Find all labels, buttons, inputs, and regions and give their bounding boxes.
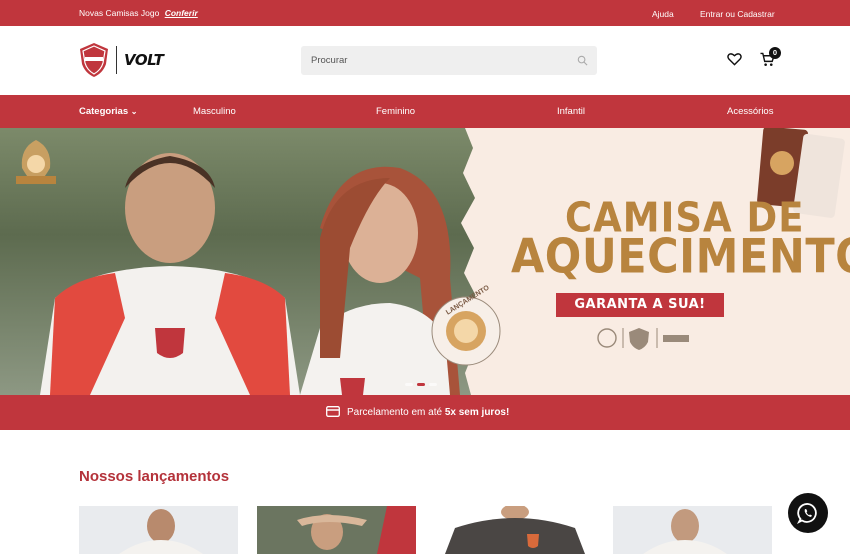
installment-text: Parcelamento em até 5x sem juros! bbox=[347, 407, 509, 418]
carousel-dot[interactable] bbox=[405, 383, 413, 386]
nav-item-acessorios[interactable]: Acessórios bbox=[727, 106, 773, 117]
male-model-image bbox=[40, 153, 300, 395]
installment-highlight: 5x sem juros! bbox=[444, 407, 510, 418]
promo-link[interactable]: Conferir bbox=[165, 8, 198, 18]
nav-item-infantil[interactable]: Infantil bbox=[557, 106, 585, 117]
partner-logos bbox=[597, 328, 689, 350]
carousel-dots[interactable] bbox=[405, 373, 441, 391]
nav-item-masculino[interactable]: Masculino bbox=[193, 106, 236, 117]
product-card-image[interactable] bbox=[79, 506, 238, 554]
club-shield-logo[interactable] bbox=[79, 42, 109, 78]
help-link[interactable]: Ajuda bbox=[652, 9, 674, 19]
login-link[interactable]: Entrar ou Cadastrar bbox=[700, 9, 775, 19]
hero-title-line2: AQUECIMENTO! bbox=[511, 229, 850, 285]
aquecimento-emblem bbox=[16, 140, 56, 184]
product-card-image[interactable] bbox=[435, 506, 594, 554]
main-nav: Categorias ⌄ Masculino Feminino Infantil… bbox=[0, 95, 850, 128]
brand-logo[interactable]: VOLT bbox=[124, 51, 164, 69]
product-card-image[interactable] bbox=[613, 506, 772, 554]
credit-card-icon bbox=[326, 406, 340, 417]
cart-count-badge: 0 bbox=[769, 47, 781, 59]
nav-item-feminino[interactable]: Feminino bbox=[376, 106, 415, 117]
hero-banner[interactable]: CAMISA DE AQUECIMENTO! GARANTA A SUA! LA… bbox=[0, 128, 850, 395]
promo-banner: Novas Camisas Jogo Conferir bbox=[79, 8, 198, 18]
hero-cta-button[interactable]: GARANTA A SUA! bbox=[556, 293, 724, 317]
installment-banner: Parcelamento em até 5x sem juros! bbox=[0, 395, 850, 430]
whatsapp-icon bbox=[797, 503, 817, 524]
launches-title: Nossos lançamentos bbox=[79, 468, 230, 485]
search-input[interactable]: Procurar bbox=[311, 55, 347, 66]
heart-icon[interactable] bbox=[727, 52, 742, 66]
launch-badge bbox=[431, 296, 501, 366]
nav-categories[interactable]: Categorias ⌄ bbox=[79, 106, 137, 117]
whatsapp-button[interactable] bbox=[788, 493, 828, 533]
nav-categories-label: Categorias bbox=[79, 106, 129, 117]
product-card-image[interactable] bbox=[257, 506, 416, 554]
promo-text: Novas Camisas Jogo bbox=[79, 8, 160, 18]
search-icon[interactable] bbox=[577, 55, 588, 66]
installment-label: Parcelamento em até bbox=[347, 407, 443, 418]
carousel-dot[interactable] bbox=[429, 383, 437, 386]
search-bar[interactable]: Procurar bbox=[301, 46, 597, 75]
header: VOLT Procurar 0 bbox=[0, 26, 850, 95]
logo-divider bbox=[116, 46, 117, 74]
carousel-dot-active[interactable] bbox=[417, 383, 425, 386]
chevron-down-icon: ⌄ bbox=[130, 107, 138, 116]
top-bar: Novas Camisas Jogo Conferir Ajuda Entrar… bbox=[0, 0, 850, 26]
